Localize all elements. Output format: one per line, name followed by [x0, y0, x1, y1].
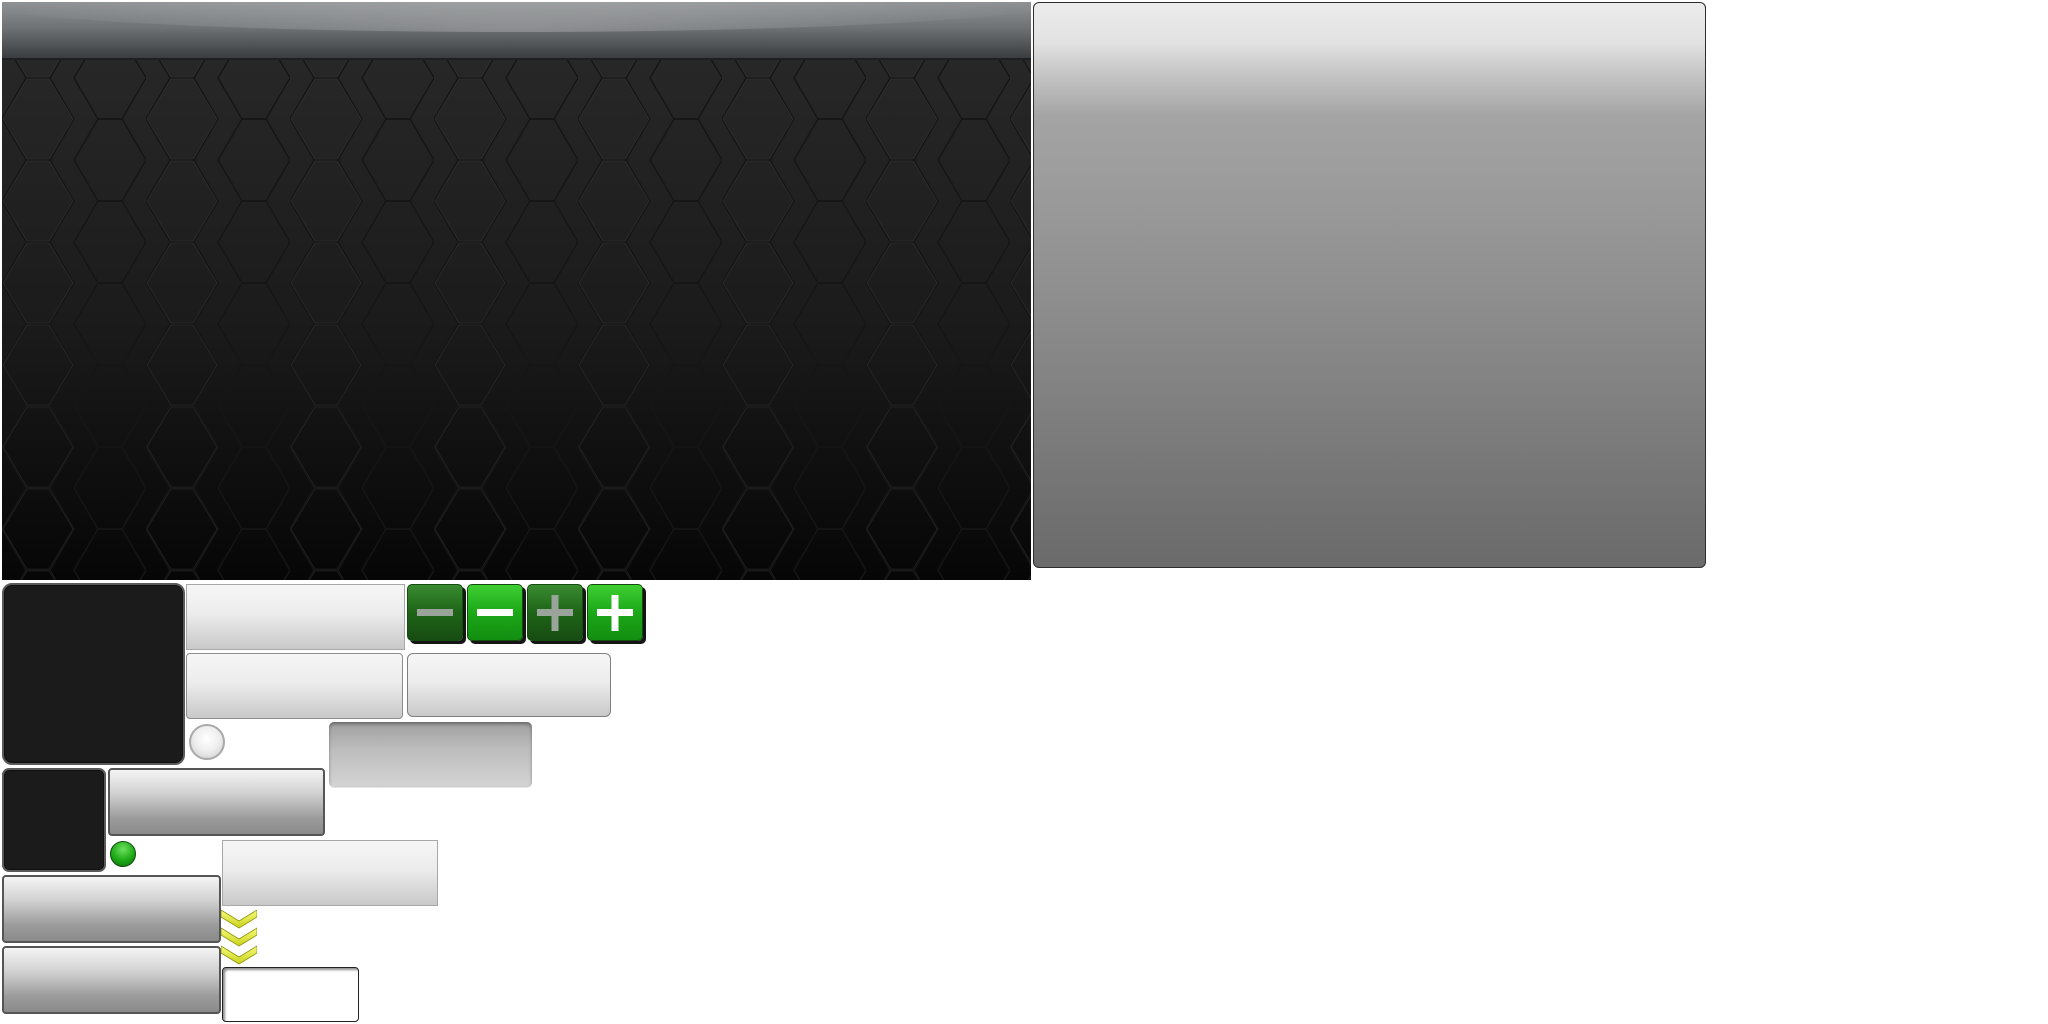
- minus-button-light[interactable]: [467, 584, 523, 641]
- silver-gradient-panel: [1033, 2, 1706, 568]
- grey-button-1[interactable]: [108, 768, 325, 836]
- plus-button-light[interactable]: [587, 584, 643, 641]
- grey-button-2[interactable]: [2, 875, 221, 943]
- dark-square-large[interactable]: [2, 583, 185, 765]
- light-button-2[interactable]: [186, 653, 403, 719]
- plus-icon: [537, 594, 573, 631]
- panel-header-bar: [2, 2, 1031, 60]
- chevron-down-triple-icon[interactable]: [221, 910, 257, 966]
- pressed-grey-button[interactable]: [329, 722, 532, 787]
- minus-icon: [417, 608, 453, 616]
- light-button-4[interactable]: [222, 840, 438, 906]
- light-button-3[interactable]: [407, 653, 611, 717]
- light-button-1[interactable]: [186, 584, 405, 650]
- hexagon-pattern: [2, 2, 1031, 580]
- minus-icon: [477, 608, 513, 616]
- plus-button-dark[interactable]: [527, 584, 583, 641]
- radio-button-unselected[interactable]: [189, 724, 225, 760]
- hex-pattern-panel: [2, 2, 1031, 580]
- minus-button-dark[interactable]: [407, 584, 463, 641]
- white-input-box[interactable]: [222, 967, 359, 1022]
- grey-button-3[interactable]: [2, 946, 221, 1014]
- radio-button-selected[interactable]: [110, 841, 136, 867]
- dark-square-small[interactable]: [2, 768, 106, 872]
- plus-icon: [597, 594, 633, 631]
- header-sheen: [2, 2, 1031, 32]
